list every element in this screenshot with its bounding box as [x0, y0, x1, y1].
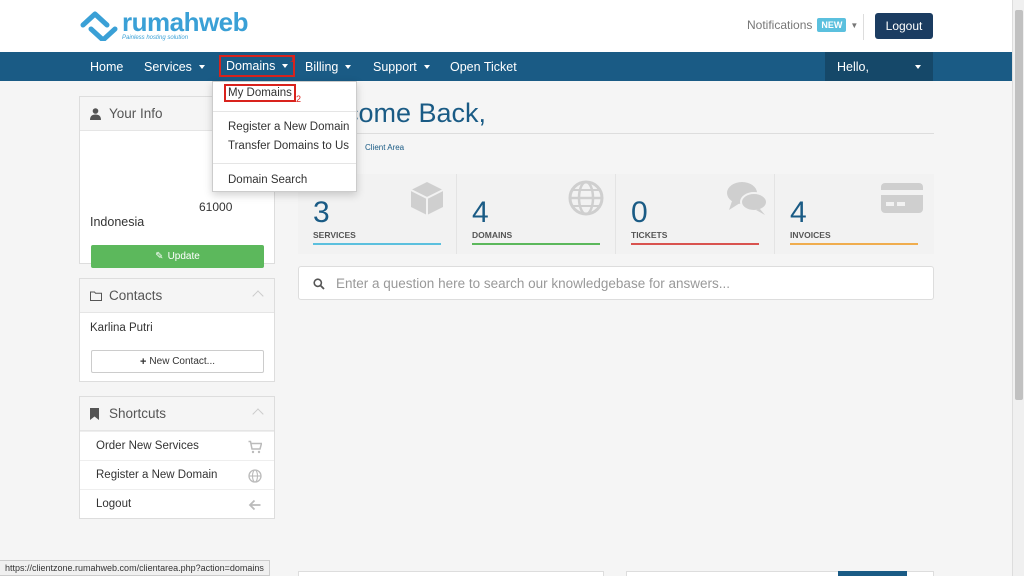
tile-count: 0 — [631, 196, 648, 229]
contacts-panel: Contacts Karlina Putri + New Contact... — [79, 278, 275, 382]
dropdown-divider — [213, 111, 356, 112]
scrollbar-thumb[interactable] — [1015, 10, 1023, 400]
new-contact-button[interactable]: + New Contact... — [91, 350, 264, 373]
dropdown-transfer-domains[interactable]: Transfer Domains to Us — [228, 140, 349, 152]
notifications-label: Notifications — [747, 18, 813, 32]
nav-home-label: Home — [90, 59, 124, 74]
globe-icon — [248, 469, 262, 483]
notifications-toggle[interactable]: Notifications NEW ▼ — [747, 18, 858, 32]
update-button[interactable]: ✎ Update — [91, 245, 264, 268]
nav-services-label: Services — [144, 59, 192, 74]
new-contact-label: New Contact... — [149, 356, 216, 367]
knowledgebase-search-input[interactable] — [336, 273, 916, 293]
top-header: rumahweb Painless hosting solution Notif… — [0, 0, 1012, 52]
dropdown-divider — [213, 163, 356, 164]
shortcut-logout[interactable]: Logout — [80, 489, 274, 518]
shortcut-register-domain[interactable]: Register a New Domain — [80, 460, 274, 489]
breadcrumb[interactable]: Client Area — [365, 143, 404, 152]
user-menu[interactable]: Hello, — [825, 52, 933, 81]
credit-card-icon — [880, 180, 924, 216]
hello-label: Hello, — [837, 59, 869, 74]
nav-open-ticket-label: Open Ticket — [450, 59, 517, 74]
dropdown-register-domain[interactable]: Register a New Domain — [228, 121, 349, 133]
chevron-up-icon[interactable] — [252, 408, 264, 420]
comments-icon — [726, 180, 768, 216]
dropdown-domain-search[interactable]: Domain Search — [228, 174, 307, 186]
notifications-badge: NEW — [817, 18, 847, 32]
nav-domains-label: Domains — [226, 59, 276, 73]
user-icon — [90, 107, 104, 120]
country: Indonesia — [90, 215, 145, 229]
tile-tickets[interactable]: 0 TICKETS — [616, 174, 775, 254]
globe-icon — [567, 180, 605, 216]
tile-label: INVOICES — [790, 230, 831, 240]
nav-services[interactable]: Services — [144, 52, 205, 81]
update-label: Update — [167, 251, 200, 262]
tile-invoices[interactable]: 4 INVOICES — [775, 174, 934, 254]
tile-label: SERVICES — [313, 230, 356, 240]
chevron-up-icon[interactable] — [252, 290, 264, 302]
tile-label: DOMAINS — [472, 230, 513, 240]
tile-accent-bar — [472, 243, 600, 245]
nav-open-ticket[interactable]: Open Ticket — [450, 52, 517, 81]
caret-down-icon — [915, 65, 921, 69]
caret-down-icon — [423, 64, 430, 69]
tile-accent-bar — [631, 243, 759, 245]
bottom-panel-accent — [838, 571, 907, 576]
bookmark-icon — [90, 407, 104, 420]
caret-down-icon — [345, 64, 352, 69]
plus-icon: + — [139, 355, 147, 368]
shortcut-label: Logout — [96, 498, 132, 510]
bottom-panel-left — [298, 571, 604, 576]
stats-tiles: 3 SERVICES 4 DOMAINS 0 TICKETS 4 INVOICE… — [298, 174, 934, 254]
browser-status-bar: https://clientzone.rumahweb.com/clientar… — [0, 560, 270, 576]
tile-count: 4 — [790, 196, 807, 229]
tile-accent-bar — [313, 243, 441, 245]
tile-count: 4 — [472, 196, 489, 229]
pencil-icon: ✎ — [155, 251, 164, 262]
shortcuts-title: Shortcuts — [109, 406, 167, 421]
tile-count: 3 — [313, 196, 330, 229]
caret-down-icon — [198, 64, 205, 69]
arrow-left-icon — [248, 498, 262, 512]
title-divider — [298, 133, 934, 134]
tile-domains[interactable]: 4 DOMAINS — [457, 174, 616, 254]
header-divider — [863, 14, 864, 40]
contacts-header[interactable]: Contacts — [80, 279, 274, 313]
nav-domains[interactable]: Domains — [219, 55, 296, 77]
annotation-step-1: 1 — [290, 55, 295, 64]
nav-support-label: Support — [373, 59, 417, 74]
nav-billing[interactable]: Billing — [305, 52, 352, 81]
nav-support[interactable]: Support — [373, 52, 430, 81]
nav-home[interactable]: Home — [90, 52, 123, 81]
contacts-title: Contacts — [109, 288, 163, 303]
postal-code: 61000 — [199, 200, 233, 214]
search-icon — [313, 278, 325, 290]
logo[interactable]: rumahweb Painless hosting solution — [80, 7, 249, 42]
your-info-title: Your Info — [109, 106, 163, 121]
caret-down-icon: ▼ — [850, 20, 859, 30]
tile-accent-bar — [790, 243, 918, 245]
shortcuts-header[interactable]: Shortcuts — [80, 397, 274, 431]
cart-icon — [248, 440, 263, 454]
vertical-scrollbar[interactable] — [1012, 0, 1024, 576]
logo-name: rumahweb — [122, 7, 249, 37]
knowledgebase-search — [298, 266, 934, 300]
domains-dropdown-menu: My Domains Register a New Domain Transfe… — [212, 81, 357, 192]
shortcuts-panel: Shortcuts Order New Services Register a … — [79, 396, 275, 519]
folder-icon — [90, 291, 104, 301]
dropdown-my-domains[interactable]: My Domains — [224, 84, 296, 102]
shortcut-order-new-services[interactable]: Order New Services — [80, 431, 274, 460]
cube-icon — [408, 180, 446, 216]
shortcut-label: Order New Services — [96, 440, 199, 452]
logo-mark-icon — [80, 11, 118, 42]
annotation-step-2: 2 — [296, 94, 302, 104]
nav-billing-label: Billing — [305, 59, 339, 74]
tile-label: TICKETS — [631, 230, 668, 240]
caret-down-icon — [282, 64, 289, 68]
logout-button[interactable]: Logout — [875, 13, 933, 39]
contact-name[interactable]: Karlina Putri — [90, 322, 153, 334]
shortcut-label: Register a New Domain — [96, 469, 218, 481]
